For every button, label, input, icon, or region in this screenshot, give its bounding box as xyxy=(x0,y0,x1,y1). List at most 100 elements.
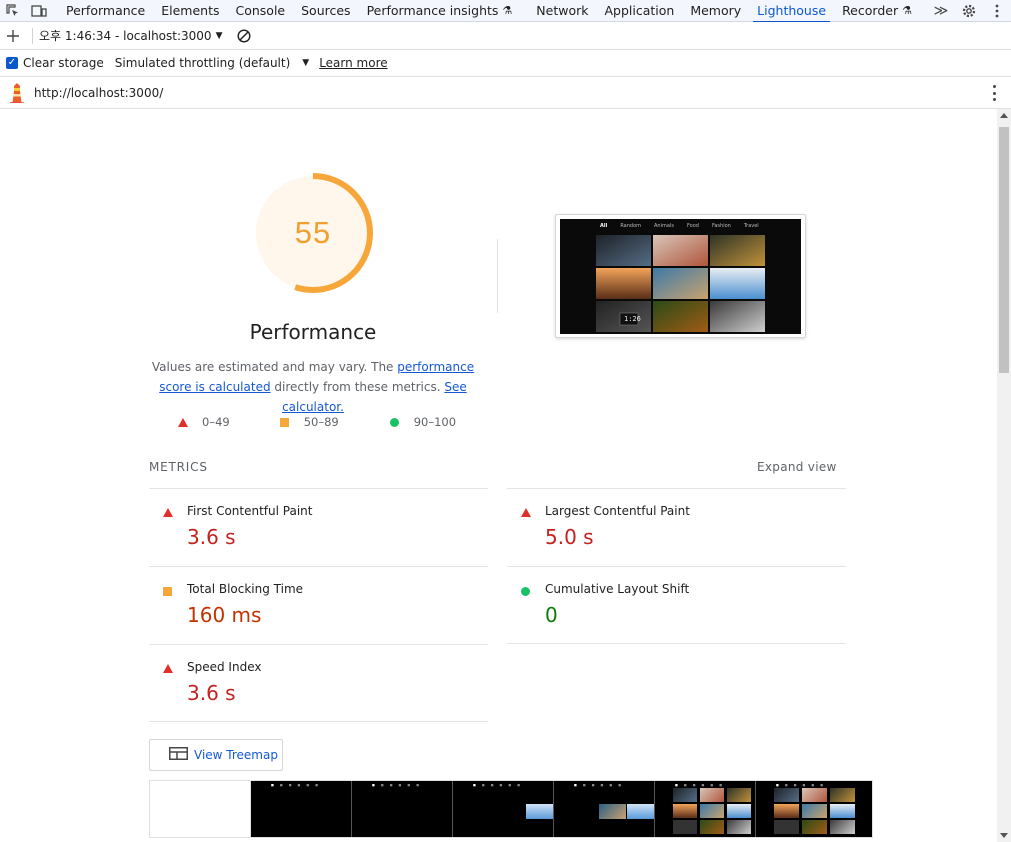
tab-label: Recorder xyxy=(842,3,899,18)
throttling-select[interactable]: Simulated throttling (default) xyxy=(115,56,290,70)
inspect-element-icon[interactable] xyxy=(0,0,26,22)
tab-sources[interactable]: Sources xyxy=(293,0,358,22)
metrics-heading: METRICS xyxy=(149,460,208,474)
filmstrip-frame: ■ ■ ■ ■ ■ ■ xyxy=(655,781,756,837)
metric-divider xyxy=(149,721,488,722)
panel-tabs: Performance Elements Console Sources Per… xyxy=(58,0,920,23)
tab-label: Elements xyxy=(161,3,220,18)
metric-largest-contentful-paint: Largest Contentful Paint 5.0 s xyxy=(507,488,846,566)
metric-value: 5.0 s xyxy=(545,525,594,549)
tab-label: Application xyxy=(604,3,675,18)
performance-category-title: Performance xyxy=(249,320,377,344)
metric-cumulative-layout-shift: Cumulative Layout Shift 0 xyxy=(507,566,846,644)
lighthouse-report: 55 Performance Values are estimated and … xyxy=(0,109,997,842)
report-url-bar: http://localhost:3000/ xyxy=(0,77,1011,109)
screenshot-clock-text: 1:26 xyxy=(624,315,641,323)
tab-label: Network xyxy=(536,3,589,18)
performance-score-value: 55 xyxy=(294,215,332,250)
clear-storage-checkbox[interactable]: ✓ xyxy=(6,57,18,69)
filmstrip-frame: ■ ■ ■ ■ ■ ■ xyxy=(352,781,453,837)
metric-total-blocking-time: Total Blocking Time 160 ms xyxy=(149,566,488,644)
metric-value: 3.6 s xyxy=(187,525,236,549)
device-toolbar-icon[interactable] xyxy=(26,0,52,22)
legend-item-fail: 0–49 xyxy=(178,415,230,429)
fail-triangle-icon xyxy=(521,508,531,517)
scrollbar-thumb[interactable] xyxy=(999,127,1009,373)
report-scrollbar[interactable] xyxy=(997,109,1011,842)
legend-item-pass: 90–100 xyxy=(389,415,457,429)
metric-label: Total Blocking Time xyxy=(187,582,304,596)
more-tabs-label: ≫ xyxy=(933,3,949,19)
performance-score-gauge[interactable]: 55 xyxy=(252,172,374,294)
tab-label: Performance insights xyxy=(366,3,499,18)
view-treemap-label: View Treemap xyxy=(194,748,278,762)
dropdown-arrow-icon: ▼ xyxy=(215,30,223,41)
square-icon xyxy=(279,417,289,427)
metric-speed-index: Speed Index 3.6 s xyxy=(149,644,488,722)
fail-triangle-icon xyxy=(163,664,173,673)
legend-label: 50–89 xyxy=(303,415,339,429)
tab-elements[interactable]: Elements xyxy=(153,0,227,22)
tab-memory[interactable]: Memory xyxy=(682,0,749,22)
report-selector[interactable]: 오후 1:46:34 - localhost:3000 ▼ xyxy=(39,27,222,44)
devtools-tab-bar: Performance Elements Console Sources Per… xyxy=(0,0,1011,23)
metric-value: 0 xyxy=(545,603,558,627)
clear-storage-label[interactable]: Clear storage xyxy=(23,56,104,70)
metric-first-contentful-paint: First Contentful Paint 3.6 s xyxy=(149,488,488,566)
report-selector-label: 오후 1:46:34 - localhost:3000 xyxy=(39,29,212,43)
clear-all-icon[interactable] xyxy=(236,28,252,44)
summary-divider xyxy=(497,239,498,313)
tab-performance-insights[interactable]: Performance insights ⚗ xyxy=(359,0,521,22)
view-treemap-button[interactable]: View Treemap xyxy=(149,739,283,771)
filmstrip-frame: ■ ■ ■ ■ ■ ■ xyxy=(756,781,872,837)
lighthouse-options-bar: ✓ Clear storage Simulated throttling (de… xyxy=(0,50,1011,77)
expand-view-toggle[interactable]: Expand view xyxy=(757,460,837,474)
tab-console[interactable]: Console xyxy=(227,0,293,22)
legend-label: 0–49 xyxy=(202,415,230,429)
filmstrip-frame xyxy=(150,781,251,837)
tab-application[interactable]: Application xyxy=(596,0,682,22)
filmstrip-frame: ■ ■ ■ ■ ■ ■ xyxy=(554,781,655,837)
tab-recorder[interactable]: Recorder ⚗ xyxy=(834,0,920,22)
tab-performance[interactable]: Performance xyxy=(58,0,153,22)
metric-label: First Contentful Paint xyxy=(187,504,313,518)
tab-label: Lighthouse xyxy=(757,3,827,18)
throttling-dropdown-arrow-icon[interactable]: ▼ xyxy=(302,58,309,68)
flask-icon: ⚗ xyxy=(502,4,513,17)
scroll-up-arrow-icon[interactable] xyxy=(1000,113,1008,118)
flask-icon: ⚗ xyxy=(902,4,912,17)
filmstrip: ■ ■ ■ ■ ■ ■ ■ ■ ■ ■ ■ ■ ■ ■ ■ ■ ■ ■ ■ ■ ■ ■ ■ ■ ■ ■ ■ ■ ■ ■ ■ xyxy=(149,780,873,838)
legend-item-average: 50–89 xyxy=(279,415,339,429)
settings-gear-icon[interactable] xyxy=(955,0,983,22)
legend-label: 90–100 xyxy=(413,415,457,429)
customize-menu-icon[interactable] xyxy=(983,0,1011,22)
tab-network[interactable]: Network xyxy=(528,0,596,22)
metric-label: Speed Index xyxy=(187,660,262,674)
pass-circle-icon xyxy=(521,587,530,596)
circle-icon xyxy=(389,417,399,427)
treemap-icon xyxy=(169,747,188,763)
performance-score-description: Values are estimated and may vary. The p… xyxy=(146,357,480,417)
metric-divider xyxy=(507,643,846,644)
metric-value: 160 ms xyxy=(187,603,262,627)
lighthouse-logo-icon xyxy=(0,77,34,109)
toolbar-divider xyxy=(32,27,33,44)
filmstrip-frame: ■ ■ ■ ■ ■ ■ xyxy=(453,781,554,837)
report-url[interactable]: http://localhost:3000/ xyxy=(34,86,163,100)
new-report-plus-icon[interactable] xyxy=(0,22,26,50)
tab-label: Console xyxy=(235,3,286,18)
metric-label: Largest Contentful Paint xyxy=(545,504,690,518)
final-screenshot-thumbnail[interactable]: All Random Animals Food Fashion Travel 1… xyxy=(555,214,806,338)
scroll-down-arrow-icon[interactable] xyxy=(1000,833,1008,838)
learn-more-link[interactable]: Learn more xyxy=(319,56,387,70)
final-screenshot-image: All Random Animals Food Fashion Travel 1… xyxy=(560,219,801,334)
more-tabs-icon[interactable]: ≫ xyxy=(927,0,955,22)
desc-text: Values are estimated and may vary. The xyxy=(151,360,398,374)
report-menu-icon[interactable] xyxy=(991,85,997,101)
tab-lighthouse[interactable]: Lighthouse xyxy=(749,0,834,23)
tab-label: Performance xyxy=(66,3,146,18)
desc-text: directly from these metrics. xyxy=(270,380,445,394)
triangle-icon xyxy=(178,417,188,427)
metric-label: Cumulative Layout Shift xyxy=(545,582,690,596)
metric-value: 3.6 s xyxy=(187,681,236,705)
